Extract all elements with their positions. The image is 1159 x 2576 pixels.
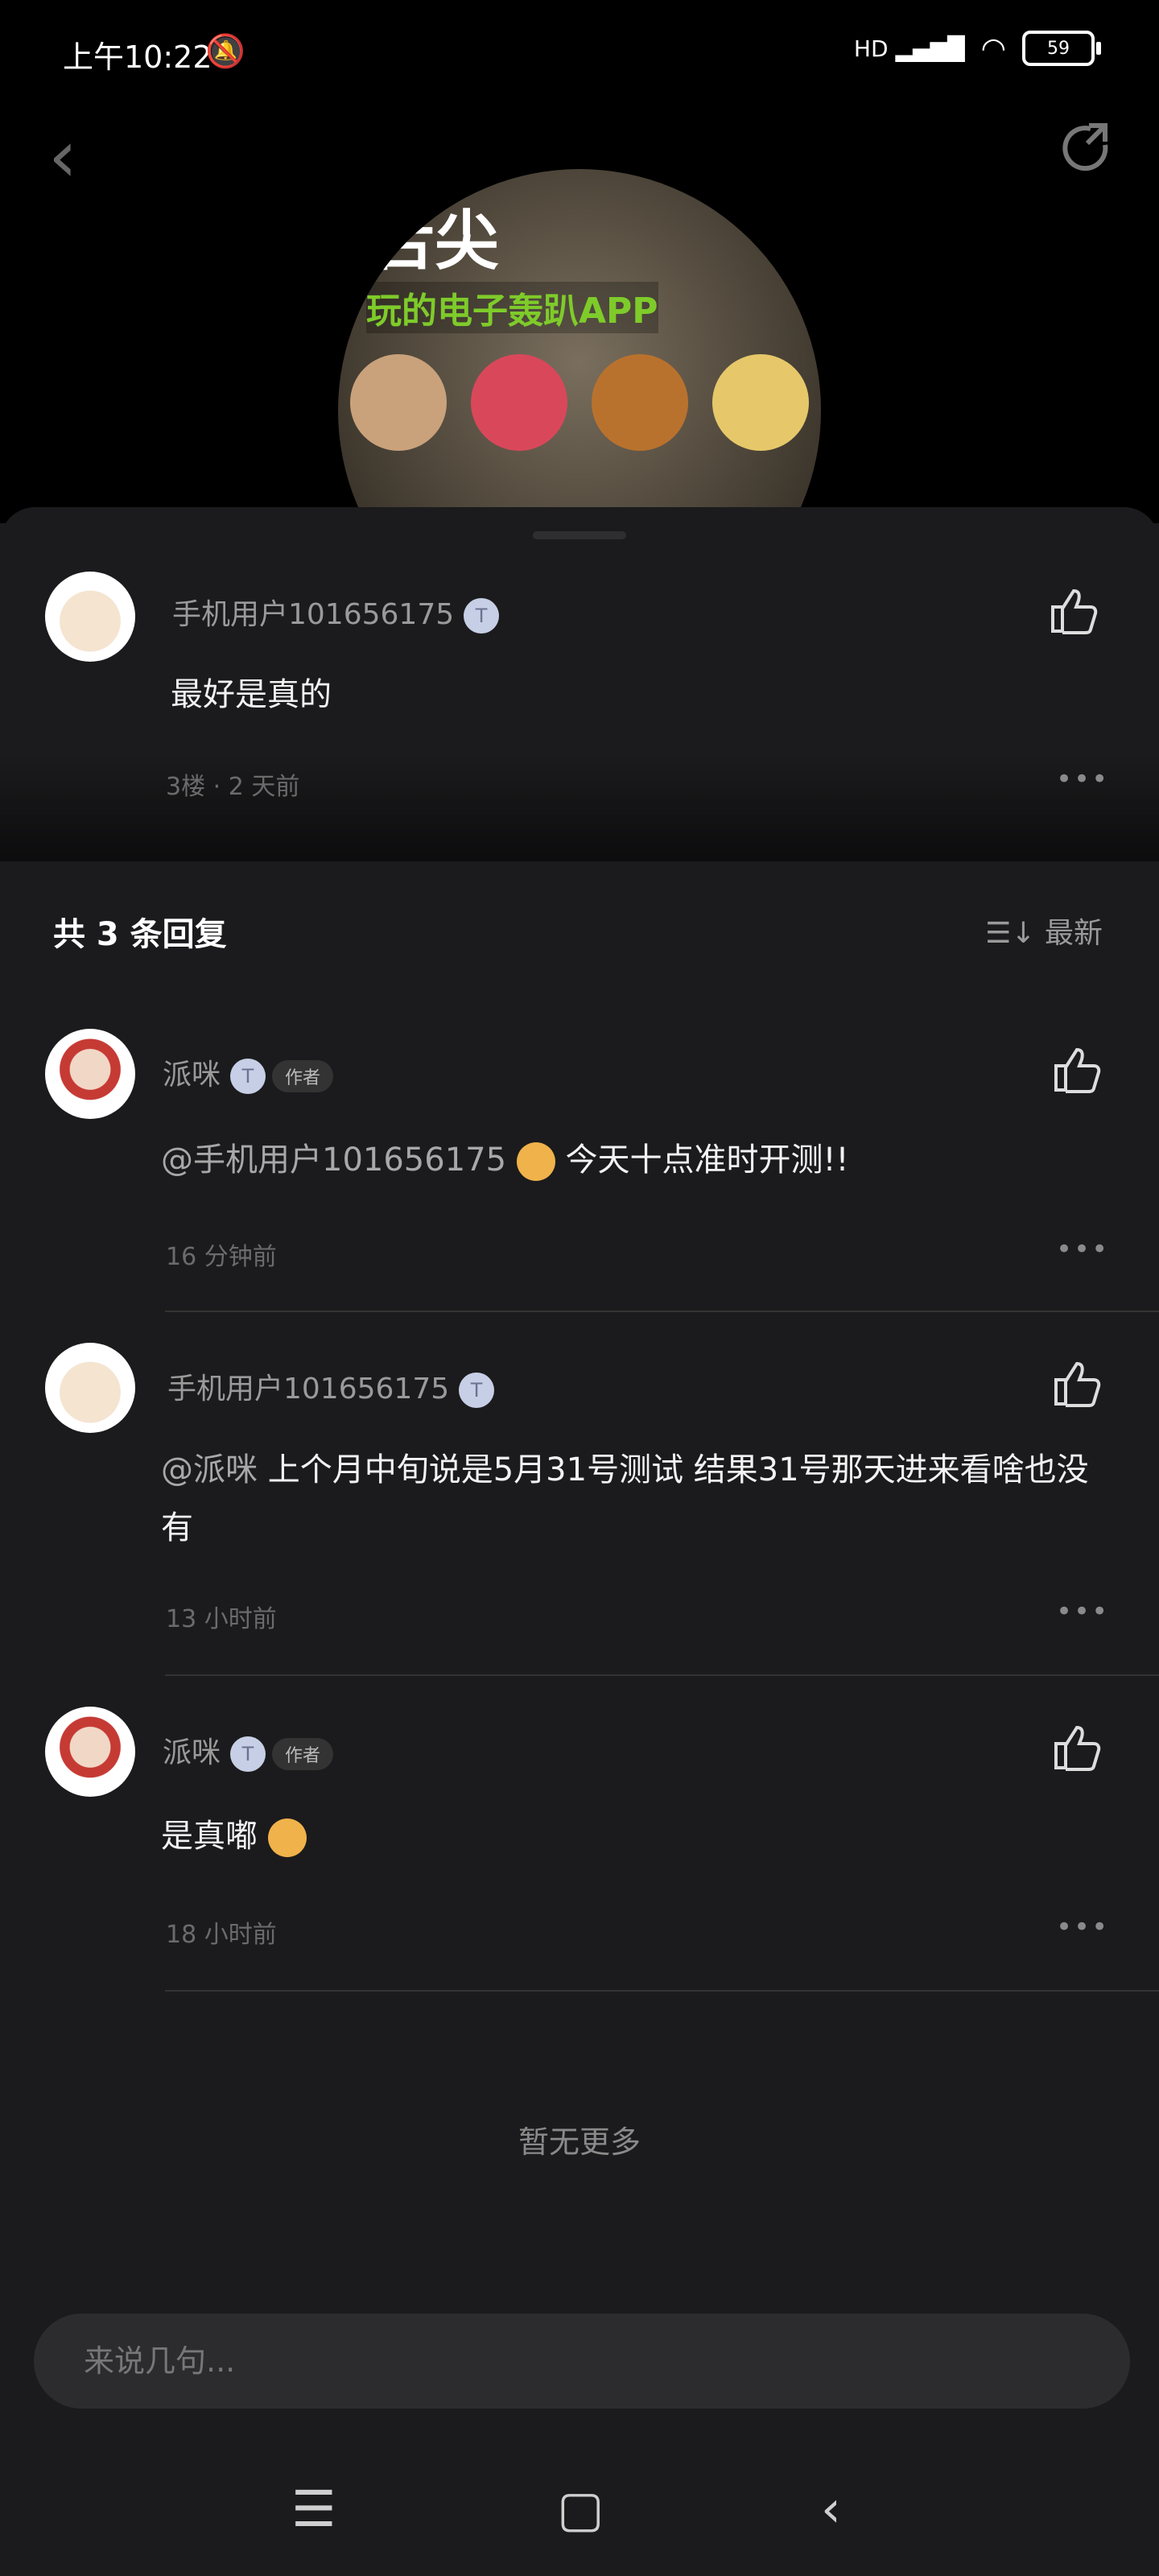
more-dots-icon[interactable]: ••• xyxy=(1056,1911,1109,1943)
avatar[interactable] xyxy=(45,1029,135,1119)
back-arrow-icon[interactable]: ‹ xyxy=(48,121,77,193)
banner-image: 舌尖 玩的电子轰趴APP xyxy=(338,169,821,523)
avatar[interactable] xyxy=(45,572,135,662)
reply-body: 上个月中旬说是5月31号测试 结果31号那天进来看啥也没有 xyxy=(161,1451,1089,1546)
status-icons: HD ▂▄▆█ ◠ 59 xyxy=(853,31,1101,66)
thumbs-up-icon[interactable] xyxy=(1050,1721,1103,1774)
thumbs-up-icon[interactable] xyxy=(1050,1357,1103,1410)
avatar[interactable] xyxy=(45,1343,135,1433)
system-nav-bar: ☰ ▢ ‹ xyxy=(0,2447,1159,2576)
header-area: ‹ 舌尖 玩的电子轰趴APP xyxy=(0,97,1159,523)
level-badge: T xyxy=(230,1059,266,1094)
reply-body: 今天十点准时开测!! xyxy=(565,1141,849,1179)
battery-icon: 59 xyxy=(1022,31,1101,66)
cool-emoji-icon xyxy=(267,1818,307,1857)
reply-text: @手机用户101656175 今天十点准时开测!! xyxy=(161,1133,849,1181)
comment-text: 最好是真的 xyxy=(171,676,332,713)
status-bar: 上午10:22 🔕 HD ▂▄▆█ ◠ 59 xyxy=(0,0,1159,97)
character-figure xyxy=(350,354,447,451)
character-figure xyxy=(712,354,809,451)
username[interactable]: 派咪 T 作者 xyxy=(163,1051,334,1094)
menu-icon[interactable]: ☰ xyxy=(291,2479,336,2538)
reply-time: 13 小时前 xyxy=(166,1605,277,1633)
battery-level: 59 xyxy=(1047,38,1070,59)
sort-label: 最新 xyxy=(1044,917,1103,950)
home-icon[interactable]: ▢ xyxy=(557,2479,604,2538)
username[interactable]: 手机用户101656175 T xyxy=(167,1365,495,1408)
more-dots-icon[interactable]: ••• xyxy=(1056,1596,1109,1628)
author-badge: 作者 xyxy=(272,1060,334,1092)
level-badge: T xyxy=(459,1373,495,1408)
more-dots-icon[interactable]: ••• xyxy=(1056,1233,1109,1265)
username[interactable]: 手机用户101656175 T xyxy=(172,591,500,634)
comment-meta: 3楼 · 2 天前 xyxy=(166,773,300,801)
character-figure xyxy=(471,354,567,451)
thumbs-up-icon[interactable] xyxy=(1050,1043,1103,1096)
mute-icon: 🔕 xyxy=(205,33,245,70)
username-text: 派咪 xyxy=(163,1736,221,1769)
reply-body: 是真嘟 xyxy=(161,1818,258,1855)
replies-count-title: 共 3 条回复 xyxy=(53,916,227,953)
sort-button[interactable]: ☰↓ 最新 xyxy=(985,910,1103,952)
banner-title: 舌尖 xyxy=(370,204,499,279)
mention-link[interactable]: @派咪 xyxy=(161,1451,258,1488)
author-badge: 作者 xyxy=(272,1738,334,1770)
username[interactable]: 派咪 T 作者 xyxy=(163,1729,334,1772)
main-comment: 手机用户101656175 T 最好是真的 3楼 · 2 天前 ••• xyxy=(0,507,1159,861)
shocked-emoji-icon xyxy=(516,1142,555,1181)
wifi-icon: ◠ xyxy=(980,31,1006,65)
thumbs-up-icon[interactable] xyxy=(1046,584,1099,638)
back-icon[interactable]: ‹ xyxy=(821,2479,841,2538)
status-time: 上午10:22 xyxy=(63,39,212,75)
mention-link[interactable]: @手机用户101656175 xyxy=(161,1141,506,1179)
username-text: 派咪 xyxy=(163,1059,221,1092)
banner-subtitle: 玩的电子轰趴APP xyxy=(366,282,658,333)
no-more-label: 暂无更多 xyxy=(518,2124,641,2160)
comment-sheet: 手机用户101656175 T 最好是真的 3楼 · 2 天前 ••• 共 3 条… xyxy=(0,507,1159,2576)
more-dots-icon[interactable]: ••• xyxy=(1056,763,1109,795)
reply-text: @派咪 上个月中旬说是5月31号测试 结果31号那天进来看啥也没有 xyxy=(161,1441,1111,1557)
sort-icon: ☰↓ xyxy=(985,917,1036,950)
divider xyxy=(165,1311,1159,1312)
banner-characters xyxy=(338,354,821,515)
comment-input[interactable] xyxy=(34,2314,1130,2409)
sheet-handle[interactable] xyxy=(533,531,626,539)
divider xyxy=(165,1674,1159,1676)
level-badge: T xyxy=(464,598,500,634)
reply-time: 18 小时前 xyxy=(166,1921,277,1949)
reply-text: 是真嘟 xyxy=(161,1810,307,1857)
level-badge: T xyxy=(230,1736,266,1772)
divider xyxy=(165,1990,1159,1992)
comment-input-box[interactable] xyxy=(34,2314,1130,2409)
signal-icon: HD ▂▄▆█ xyxy=(853,35,965,62)
reply-time: 16 分钟前 xyxy=(166,1243,277,1271)
avatar[interactable] xyxy=(45,1707,135,1797)
username-text: 手机用户101656175 xyxy=(167,1373,450,1406)
username-text: 手机用户101656175 xyxy=(172,598,455,631)
share-icon[interactable] xyxy=(1058,121,1115,177)
character-figure xyxy=(592,354,688,451)
